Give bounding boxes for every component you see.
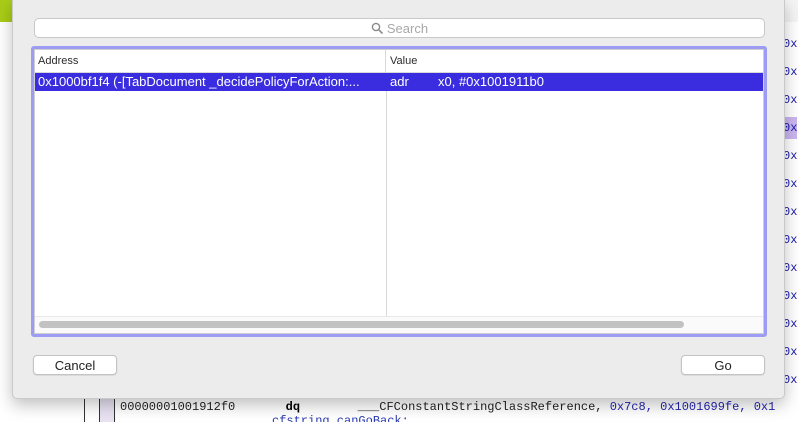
background-right-value: 0x1	[783, 345, 798, 359]
go-button[interactable]: Go	[681, 355, 765, 375]
row-mnemonic: adr	[390, 74, 409, 89]
background-code-line: 00000001001912f0 dq ___CFConstantStringC…	[120, 400, 776, 414]
horizontal-scrollbar[interactable]	[35, 316, 763, 333]
go-to-address-dialog: Search Address Value 0x1000bf1f4 (-[TabD…	[12, 0, 785, 399]
background-right-value: 0x1	[783, 317, 798, 331]
column-header-value[interactable]: Value	[387, 50, 763, 72]
cancel-button[interactable]: Cancel	[33, 355, 117, 375]
table-header: Address Value	[35, 50, 763, 73]
search-placeholder: Search	[386, 20, 429, 36]
results-table[interactable]: Address Value 0x1000bf1f4 (-[TabDocument…	[34, 49, 764, 334]
background-right-value: 0x3	[783, 117, 798, 139]
code-directive: dq	[285, 400, 301, 414]
column-divider[interactable]	[386, 72, 387, 317]
row-address-cell: 0x1000bf1f4 (-[TabDocument _decidePolicy…	[38, 74, 360, 89]
background-right-value: 0x3	[783, 65, 798, 79]
background-right-value: 0x2	[783, 177, 798, 191]
background-right-value: 0x1	[783, 37, 798, 51]
background-code-label: cfstring_canGoBack:	[272, 414, 409, 422]
table-row[interactable]: 0x1000bf1f4 (-[TabDocument _decidePolicy…	[35, 73, 763, 91]
background-right-value: 0x3	[783, 93, 798, 107]
background-right-value: 0x3	[783, 289, 798, 303]
results-table-frame: Address Value 0x1000bf1f4 (-[TabDocument…	[31, 46, 767, 337]
background-right-value: 0x1	[783, 373, 798, 387]
scrollbar-thumb[interactable]	[39, 321, 684, 328]
column-header-address[interactable]: Address	[35, 50, 386, 72]
background-right-value: 0x2	[783, 233, 798, 247]
background-gutter-marker	[99, 396, 115, 422]
background-accent-block	[0, 0, 12, 22]
background-right-value: 0x6	[783, 149, 798, 163]
code-symbol: ___CFConstantStringClassReference	[357, 400, 596, 414]
search-field[interactable]: Search	[34, 18, 765, 38]
code-address: 00000001001912f0	[120, 400, 236, 414]
row-value-cell: adr x0, #0x1001911b0	[387, 73, 763, 91]
row-operands: x0, #0x1001911b0	[438, 74, 545, 89]
background-right-value: 0xf	[783, 205, 798, 219]
search-icon	[371, 22, 383, 34]
code-args: 0x7c8, 0x1001699fe, 0x1	[609, 400, 776, 414]
background-right-value: 0x1	[783, 261, 798, 275]
